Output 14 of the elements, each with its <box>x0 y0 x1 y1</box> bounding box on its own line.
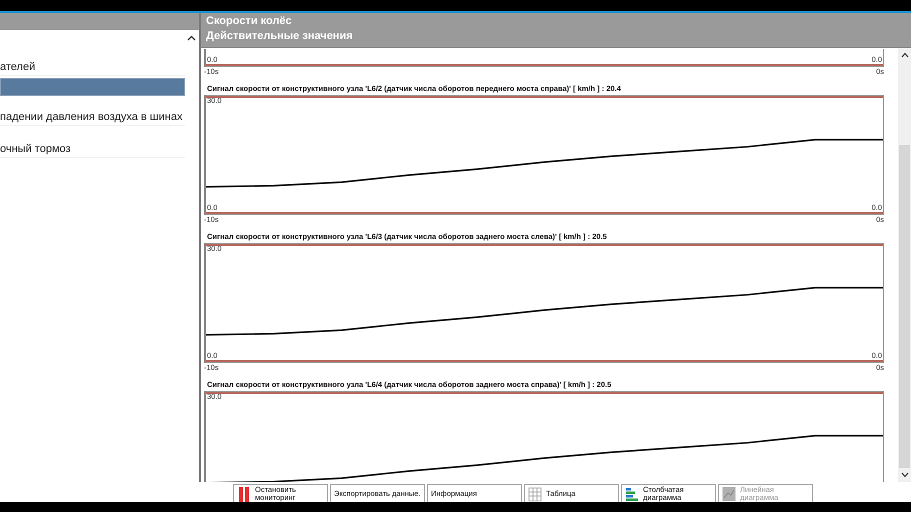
table-icon <box>528 486 542 502</box>
panel-title: Скорости колёс <box>206 15 293 27</box>
sidebar-item[interactable]: падении давления воздуха в шинах <box>0 109 185 126</box>
sidebar-item[interactable]: ателей <box>0 59 185 76</box>
scroll-down-icon[interactable] <box>900 472 908 478</box>
bar-chart-icon <box>625 486 639 502</box>
sidebar-item[interactable]: очный тормоз <box>0 141 185 158</box>
stop-icon <box>237 486 251 502</box>
scrollbar-thumb[interactable] <box>899 145 910 468</box>
collapse-caret-icon[interactable] <box>187 35 196 41</box>
scrollbar[interactable] <box>898 48 911 482</box>
scroll-up-icon[interactable] <box>900 52 908 58</box>
panel-subtitle: Действительные значения <box>206 30 354 42</box>
line-chart-icon <box>722 486 736 502</box>
